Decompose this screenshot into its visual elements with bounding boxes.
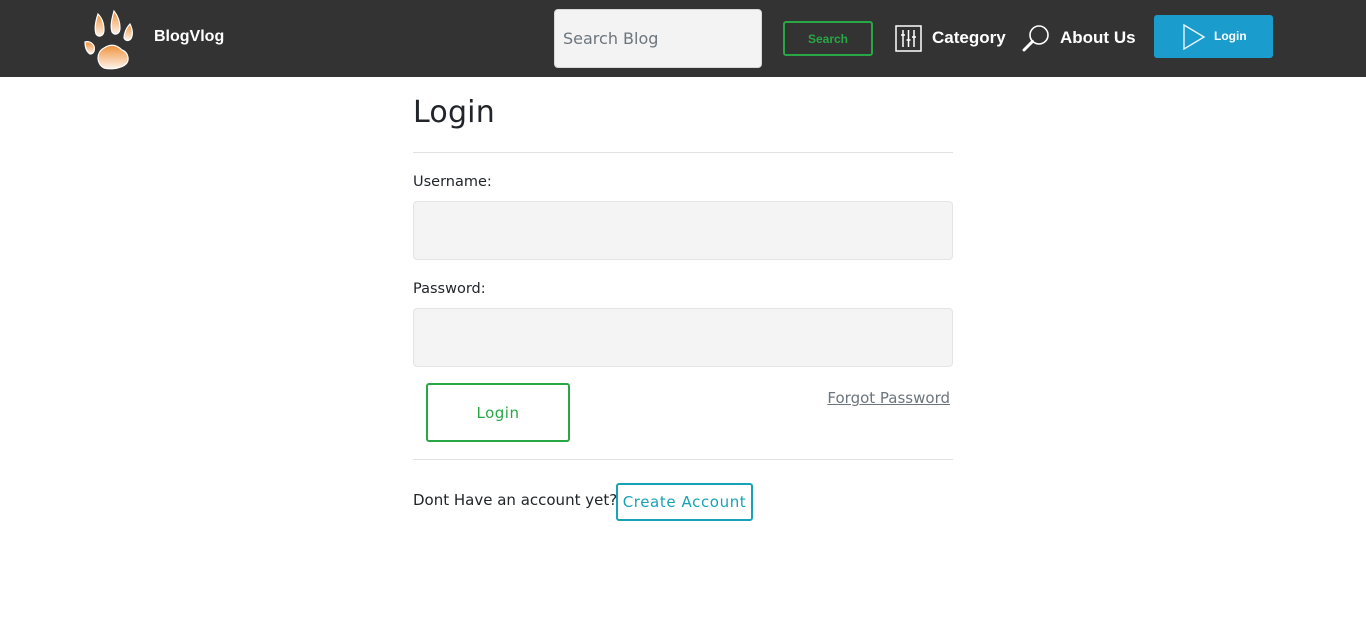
username-field[interactable]	[413, 201, 953, 260]
form-divider	[413, 459, 953, 460]
create-account-button[interactable]: Create Account	[616, 483, 753, 521]
sliders-icon	[895, 24, 922, 52]
brand-name: BlogVlog	[154, 28, 225, 45]
password-field[interactable]	[413, 308, 953, 367]
nav-login-button[interactable]: Login	[1154, 15, 1273, 58]
nav-link-category-label: Category	[932, 28, 1006, 47]
title-divider	[413, 152, 953, 153]
paw-icon	[84, 9, 133, 70]
nav-link-about-us[interactable]: About Us	[1022, 22, 1136, 54]
nav-link-about-us-label: About Us	[1060, 28, 1136, 47]
search-input[interactable]	[554, 9, 762, 68]
login-submit-button[interactable]: Login	[426, 383, 570, 442]
page-title: Login	[413, 95, 495, 130]
magnifier-icon	[1022, 25, 1049, 52]
navbar: BlogVlog Search Category About Us Login	[0, 0, 1366, 77]
nav-login-label: Login	[1214, 29, 1247, 43]
brand-link[interactable]: BlogVlog	[82, 8, 224, 70]
no-account-text: Dont Have an account yet?	[413, 491, 618, 509]
nav-link-category[interactable]: Category	[895, 22, 1006, 54]
username-label: Username:	[413, 174, 492, 190]
search-button[interactable]: Search	[783, 21, 873, 56]
password-label: Password:	[413, 281, 486, 297]
play-triangle-icon	[1183, 24, 1206, 50]
forgot-password-link[interactable]: Forgot Password	[827, 389, 950, 407]
